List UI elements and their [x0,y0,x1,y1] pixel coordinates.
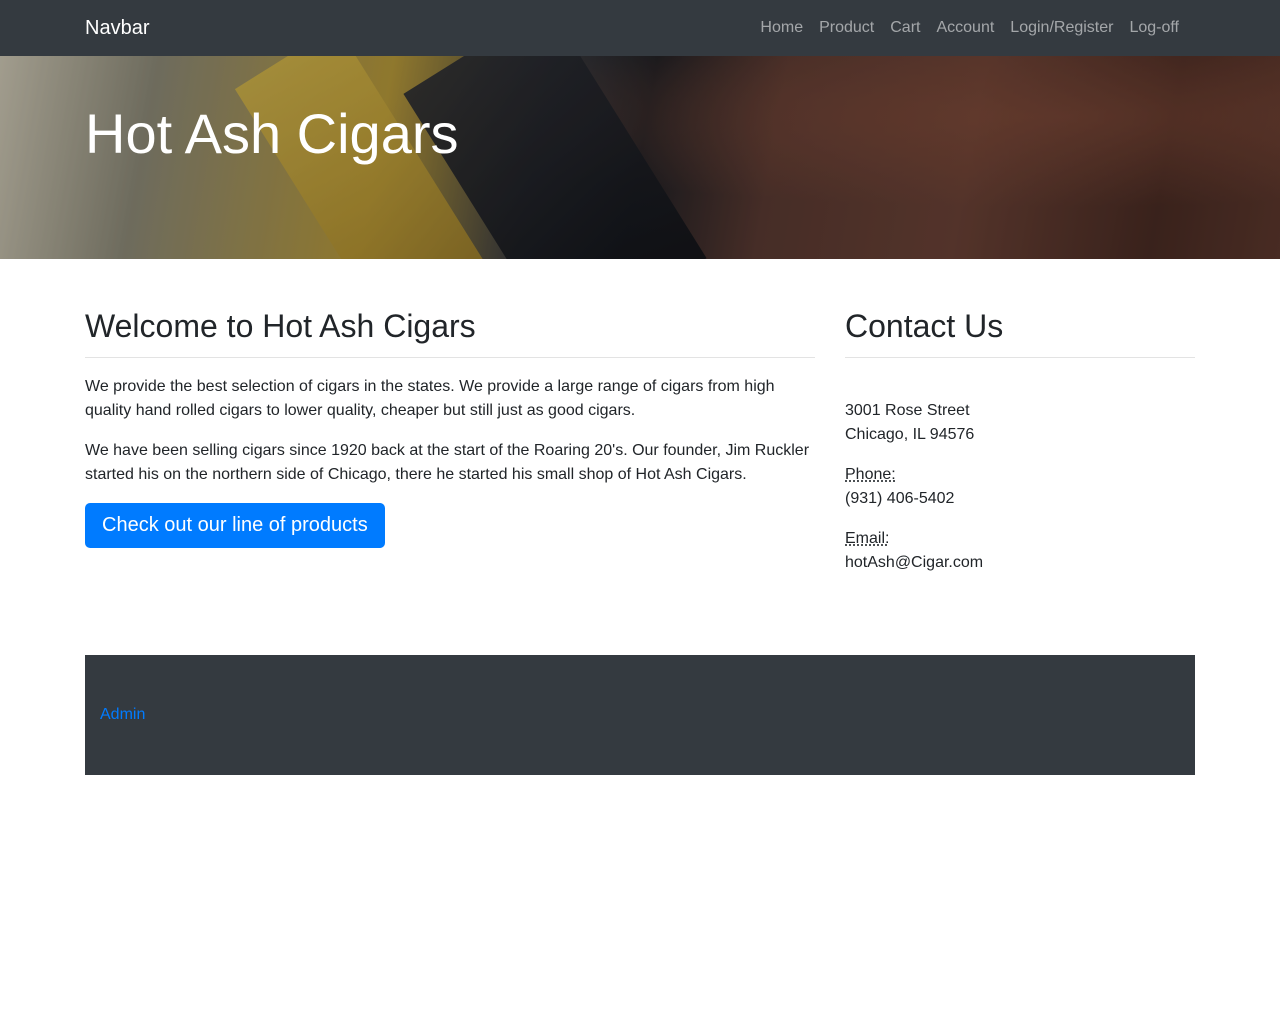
contact-heading: Contact Us [845,307,1195,359]
footer: Admin [85,655,1195,776]
phone-number: (931) 406-5402 [845,490,955,508]
welcome-heading: Welcome to Hot Ash Cigars [85,307,815,359]
phone-label: Phone: [845,466,896,484]
nav-links: Home Product Cart Account Login/Register… [752,19,1187,37]
nav-link-product[interactable]: Product [811,19,882,37]
phone-block: Phone: (931) 406-5402 [845,463,1195,511]
products-button[interactable]: Check out our line of products [85,503,385,549]
address-line-2: Chicago, IL 94576 [845,426,975,444]
contact-details: 3001 Rose Street Chicago, IL 94576 Phone… [845,399,1195,575]
nav-link-log-off[interactable]: Log-off [1121,19,1187,37]
top-navbar: Navbar Home Product Cart Account Login/R… [0,0,1280,56]
address-line-1: 3001 Rose Street [845,402,970,420]
hero-banner: Hot Ash Cigars [0,56,1280,259]
hero-title: Hot Ash Cigars [85,102,459,165]
nav-link-home[interactable]: Home [752,19,811,37]
welcome-section: Welcome to Hot Ash Cigars We provide the… [85,307,815,591]
content-row: Welcome to Hot Ash Cigars We provide the… [0,307,1280,591]
welcome-paragraph-1: We provide the best selection of cigars … [85,378,775,420]
contact-section: Contact Us 3001 Rose Street Chicago, IL … [845,307,1195,591]
admin-link[interactable]: Admin [100,706,145,724]
email-address: hotAsh@Cigar.com [845,554,984,572]
nav-link-login-register[interactable]: Login/Register [1002,19,1121,37]
nav-link-account[interactable]: Account [928,19,1002,37]
navbar-brand[interactable]: Navbar [85,17,149,40]
nav-link-cart[interactable]: Cart [882,19,928,37]
email-label: Email: [845,530,890,548]
email-block: Email: hotAsh@Cigar.com [845,527,1195,575]
welcome-paragraph-2: We have been selling cigars since 1920 b… [85,442,810,484]
address-block: 3001 Rose Street Chicago, IL 94576 [845,399,1195,447]
